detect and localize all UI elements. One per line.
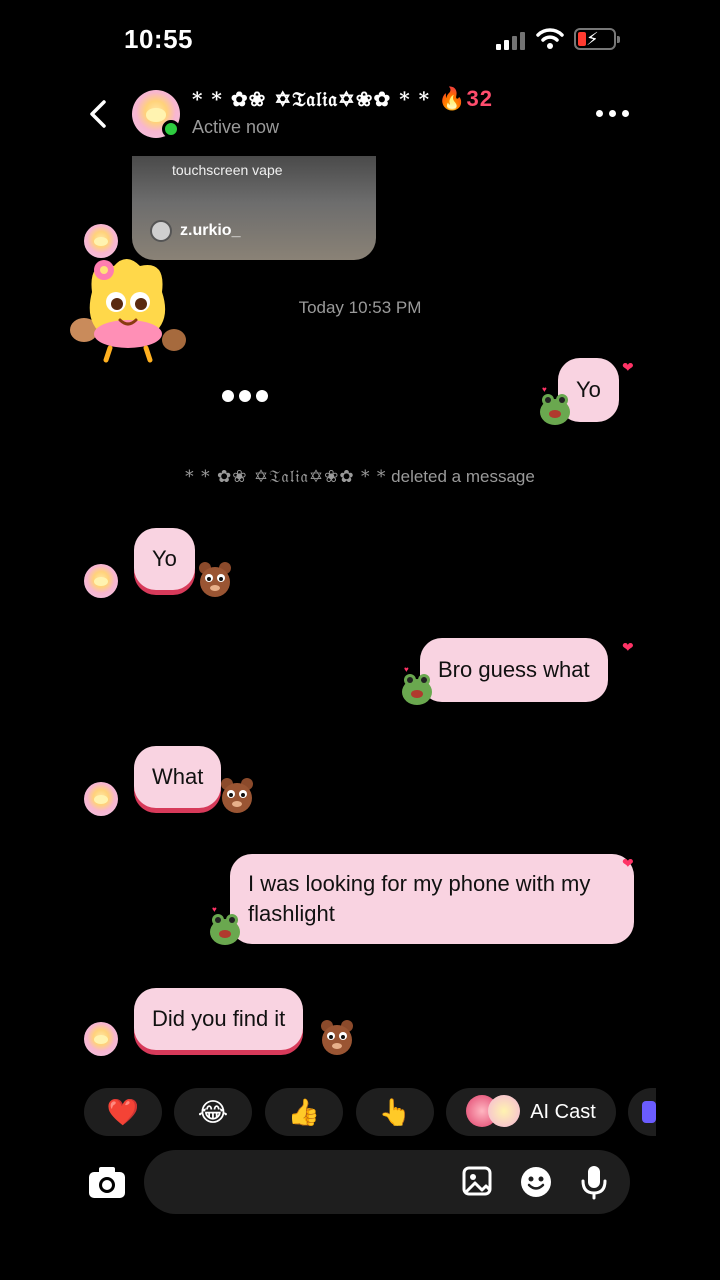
frog-sticker: ♥	[540, 386, 570, 425]
reaction-point-up-button[interactable]: 👆	[356, 1088, 434, 1136]
shared-post-author: z.urkio_	[150, 220, 240, 242]
wifi-icon	[536, 28, 564, 49]
back-chevron-icon[interactable]	[84, 96, 114, 132]
incoming-message[interactable]: Yo	[134, 528, 195, 590]
camera-icon[interactable]	[86, 1162, 128, 1202]
incoming-message[interactable]: What	[134, 746, 222, 808]
reaction-thumbs-up-button[interactable]: 👍	[265, 1088, 343, 1136]
shared-post-caption: touchscreen vape	[172, 162, 283, 178]
reaction-laugh-button[interactable]: 😂	[174, 1088, 252, 1136]
message-text: I was looking for my phone with my flash…	[248, 871, 591, 926]
signal-icon	[496, 30, 526, 50]
svg-text:♥: ♥	[404, 666, 409, 674]
sticker-icon[interactable]	[518, 1164, 554, 1200]
bear-sticker	[321, 1020, 353, 1055]
more-reactions-chip[interactable]	[628, 1088, 656, 1136]
sender-avatar[interactable]	[84, 564, 118, 598]
deleted-message-notice: * * ✿❀ ✡𝔗𝔞𝔩𝔦𝔞✡❀✿ * * deleted a message	[0, 467, 720, 487]
frog-sticker: ♥	[210, 906, 240, 945]
deleted-notice-name: * * ✿❀ ✡𝔗𝔞𝔩𝔦𝔞✡❀✿ * *	[185, 467, 387, 487]
sender-avatar[interactable]	[84, 1022, 118, 1056]
message-timestamp: Today 10:53 PM	[298, 298, 422, 317]
ai-cast-label: AI Cast	[530, 1100, 596, 1123]
message-text: What	[152, 764, 204, 789]
author-avatar	[150, 220, 172, 242]
active-status: Active now	[192, 117, 280, 137]
more-dots-icon[interactable]	[596, 110, 630, 118]
sender-avatar[interactable]	[84, 782, 118, 816]
heart-reaction-icon: ❤	[622, 359, 634, 375]
ai-cast-button[interactable]: AI Cast	[446, 1088, 616, 1136]
contact-name-text: * * ✿❀ ✡𝔗𝔞𝔩𝔦𝔞✡❀✿ * *	[192, 87, 431, 111]
frog-sticker: ♥	[402, 666, 432, 705]
streak-count: 🔥32	[438, 86, 493, 111]
message-text: Did you find it	[152, 1006, 286, 1031]
bear-sticker	[221, 778, 253, 813]
message-input[interactable]	[168, 1166, 448, 1198]
typing-indicator	[222, 390, 268, 404]
bear-sticker	[199, 562, 231, 597]
heart-reaction-icon: ❤	[622, 639, 634, 655]
incoming-message[interactable]: Did you find it	[134, 988, 304, 1050]
gallery-icon[interactable]	[460, 1164, 496, 1200]
online-status-dot	[162, 120, 180, 138]
svg-text:♥: ♥	[542, 386, 547, 394]
outgoing-message[interactable]: Bro guess what	[420, 638, 608, 702]
reaction-heart-button[interactable]: ❤️	[84, 1088, 162, 1136]
microphone-icon[interactable]	[576, 1164, 612, 1200]
deleted-notice-text: deleted a message	[391, 467, 535, 486]
message-text: Yo	[576, 377, 601, 402]
shared-post-card[interactable]: touchscreen vape z.urkio_	[132, 156, 376, 260]
ai-cast-avatars	[466, 1095, 524, 1129]
battery-icon: ⚡	[574, 28, 620, 50]
heart-reaction-icon: ❤	[622, 855, 634, 871]
svg-text:♥: ♥	[212, 906, 217, 914]
status-time: 10:55	[124, 24, 193, 54]
message-text: Yo	[152, 546, 177, 571]
message-text: Bro guess what	[438, 657, 590, 682]
author-username: z.urkio_	[180, 222, 241, 239]
quick-reactions-bar: ❤️ 😂 👍 👆 AI Cast	[84, 1088, 656, 1138]
outgoing-message[interactable]: I was looking for my phone with my flash…	[230, 854, 634, 944]
message-composer[interactable]	[144, 1150, 630, 1214]
contact-name[interactable]: * * ✿❀ ✡𝔗𝔞𝔩𝔦𝔞✡❀✿ * * 🔥32	[192, 86, 493, 112]
